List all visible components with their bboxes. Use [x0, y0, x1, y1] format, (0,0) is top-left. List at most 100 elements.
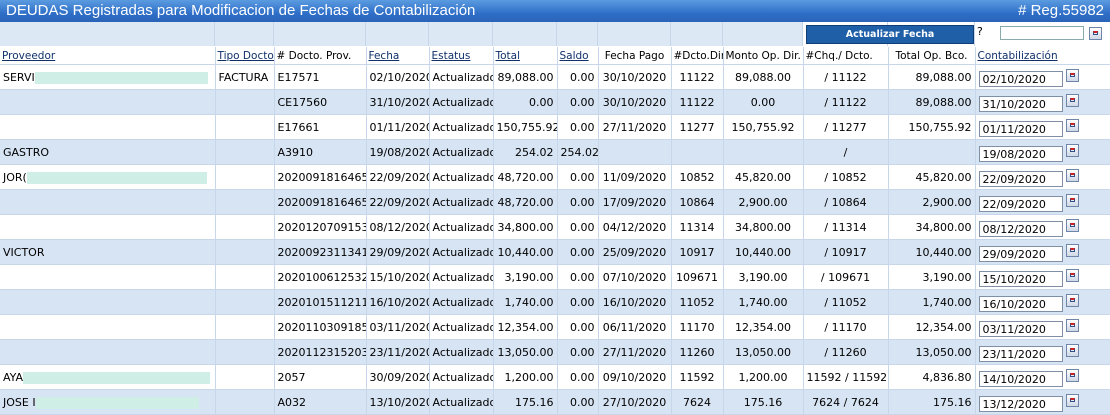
cell-fecha-pago: 16/10/2020 [598, 289, 672, 315]
toolbar-cell [366, 22, 429, 46]
cell-monto-op-dir: 1,200.00 [723, 364, 804, 390]
accounting-date-input[interactable]: 02/10/2020 [978, 71, 1063, 87]
col-estatus[interactable]: Estatus [429, 47, 494, 65]
col-proveedor[interactable]: Proveedor [0, 47, 216, 65]
cell-dcto-dir [671, 139, 724, 165]
accounting-date-input[interactable]: 22/09/2020 [978, 196, 1063, 212]
cell-total-op-bco: 12,354.00 [888, 314, 976, 340]
redaction-block [34, 71, 208, 84]
cell-estatus: Actualizado [429, 139, 494, 165]
toolbar-cell [493, 22, 557, 46]
calendar-icon[interactable] [1089, 27, 1102, 40]
col-total[interactable]: Total [493, 47, 558, 65]
calendar-icon[interactable] [1065, 319, 1079, 332]
accounting-date-input[interactable]: 14/10/2020 [978, 371, 1063, 387]
cell-fecha-pago: 11/09/2020 [598, 164, 672, 190]
redaction-block [35, 396, 199, 409]
col-docto-prov: # Docto. Prov. [274, 47, 367, 65]
accounting-date-input[interactable]: 29/09/2020 [978, 246, 1063, 262]
cell-chq-dcto: / [803, 139, 889, 165]
accounting-date-input[interactable]: 19/08/2020 [978, 146, 1063, 162]
accounting-date-input[interactable]: 01/11/2020 [978, 121, 1063, 137]
cell-tipo-docto [215, 114, 275, 140]
cell-monto-op-dir: 13,050.00 [723, 339, 804, 365]
calendar-icon[interactable] [1065, 194, 1079, 207]
calendar-icon[interactable] [1065, 69, 1079, 82]
cell-contabilizacion: 15/10/2020 [975, 264, 1110, 290]
accounting-date-input[interactable]: 16/10/2020 [978, 296, 1063, 312]
cell-chq-dcto: / 10917 [803, 239, 889, 265]
accounting-date-input[interactable]: 23/11/2020 [978, 346, 1063, 362]
cell-fecha: 15/10/2020 [366, 264, 430, 290]
cell-proveedor [0, 314, 216, 340]
cell-total-op-bco: 34,800.00 [888, 214, 976, 240]
cell-total-op-bco: 175.16 [888, 389, 976, 415]
cell-total: 0.00 [493, 89, 558, 115]
cell-total-op-bco [888, 139, 976, 165]
calendar-icon[interactable] [1065, 219, 1079, 232]
cell-saldo: 0.00 [557, 214, 599, 240]
cell-estatus: Actualizado [429, 89, 494, 115]
col-fecha[interactable]: Fecha [366, 47, 430, 65]
col-fecha-pago: Fecha Pago [598, 47, 672, 65]
col-tipo-docto[interactable]: Tipo Docto. [215, 47, 275, 65]
cell-estatus: Actualizado [429, 164, 494, 190]
calendar-icon[interactable] [1065, 169, 1079, 182]
cell-docto-prov: 20201006125323 [274, 264, 367, 290]
accounting-date-input[interactable]: 15/10/2020 [978, 271, 1063, 287]
cell-saldo: 0.00 [557, 89, 599, 115]
cell-estatus: Actualizado [429, 314, 494, 340]
cell-docto-prov: E17571 [274, 64, 367, 90]
calendar-icon[interactable] [1065, 344, 1079, 357]
accounting-date-input[interactable]: 31/10/2020 [978, 96, 1063, 112]
cell-monto-op-dir: 45,820.00 [723, 164, 804, 190]
cell-total-op-bco: 4,836.80 [888, 364, 976, 390]
cell-chq-dcto: / 11314 [803, 214, 889, 240]
cell-fecha-pago: 07/10/2020 [598, 264, 672, 290]
accounting-date-input[interactable]: 03/11/2020 [978, 321, 1063, 337]
cell-saldo: 0.00 [557, 364, 599, 390]
col-contabilizacion[interactable]: Contabilización [975, 47, 1110, 65]
help-icon[interactable]: ? [977, 25, 983, 38]
calendar-icon[interactable] [1065, 244, 1079, 257]
calendar-icon[interactable] [1065, 394, 1079, 407]
cell-estatus: Actualizado [429, 239, 494, 265]
cell-monto-op-dir: 10,440.00 [723, 239, 804, 265]
cell-docto-prov: A3910 [274, 139, 367, 165]
cell-docto-prov: 20200918164652 [274, 164, 367, 190]
calendar-icon[interactable] [1065, 119, 1079, 132]
cell-total: 48,720.00 [493, 164, 558, 190]
update-date-button[interactable]: Actualizar Fecha Contabilización [806, 25, 974, 57]
cell-fecha: 02/10/2020 [366, 64, 430, 90]
cell-estatus: Actualizado [429, 189, 494, 215]
table-row: 20201123152037 23/11/2020 Actualizado 13,05… [0, 339, 1110, 365]
cell-contabilizacion: 22/09/2020 [975, 164, 1110, 190]
table-header: Proveedor Tipo Docto. # Docto. Prov. Fec… [0, 47, 1110, 65]
cell-estatus: Actualizado [429, 339, 494, 365]
calendar-icon[interactable] [1065, 269, 1079, 282]
cell-proveedor [0, 289, 216, 315]
calendar-icon[interactable] [1065, 294, 1079, 307]
cell-docto-prov: 2057 [274, 364, 367, 390]
calendar-icon[interactable] [1065, 144, 1079, 157]
accounting-date-input[interactable]: 08/12/2020 [978, 221, 1063, 237]
cell-docto-prov: CE17560 [274, 89, 367, 115]
col-total-op-bco: Total Op. Bco. [888, 47, 976, 65]
cell-proveedor: JOSE I [0, 389, 216, 415]
cell-fecha: 13/10/2020 [366, 389, 430, 415]
cell-dcto-dir: 11122 [671, 64, 724, 90]
cell-total-op-bco: 2,900.00 [888, 189, 976, 215]
cell-tipo-docto [215, 339, 275, 365]
cell-total-op-bco: 89,088.00 [888, 64, 976, 90]
cell-saldo: 0.00 [557, 164, 599, 190]
accounting-date-input[interactable]: 22/09/2020 [978, 171, 1063, 187]
bulk-date-input[interactable] [1000, 26, 1084, 40]
calendar-icon[interactable] [1065, 94, 1079, 107]
window-titlebar: DEUDAS Registradas para Modificacion de … [0, 0, 1110, 22]
cell-docto-prov: A032 [274, 389, 367, 415]
col-saldo[interactable]: Saldo [557, 47, 599, 65]
cell-fecha: 23/11/2020 [366, 339, 430, 365]
accounting-date-input[interactable]: 13/12/2020 [978, 396, 1063, 412]
calendar-icon[interactable] [1065, 369, 1079, 382]
cell-monto-op-dir: 0.00 [723, 89, 804, 115]
